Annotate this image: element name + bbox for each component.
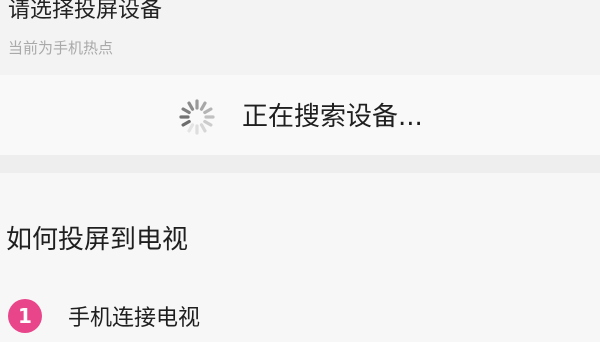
network-status-subtitle: 当前为手机热点 <box>8 39 114 57</box>
searching-status-text: 正在搜索设备... <box>242 102 423 132</box>
section-divider <box>0 155 600 173</box>
device-search-card: 正在搜索设备... <box>0 75 600 155</box>
loading-spinner-icon <box>179 99 215 135</box>
page-title: 请选择投屏设备 <box>8 0 163 23</box>
device-select-header: 请选择投屏设备 当前为手机热点 <box>0 0 600 75</box>
step-label: 手机连接电视 <box>68 306 201 331</box>
howto-section: 如何投屏到电视 1 手机连接电视 <box>0 173 600 342</box>
step-number-badge: 1 <box>8 299 42 333</box>
step-item: 1 手机连接电视 <box>8 299 200 333</box>
howto-title: 如何投屏到电视 <box>6 225 189 255</box>
